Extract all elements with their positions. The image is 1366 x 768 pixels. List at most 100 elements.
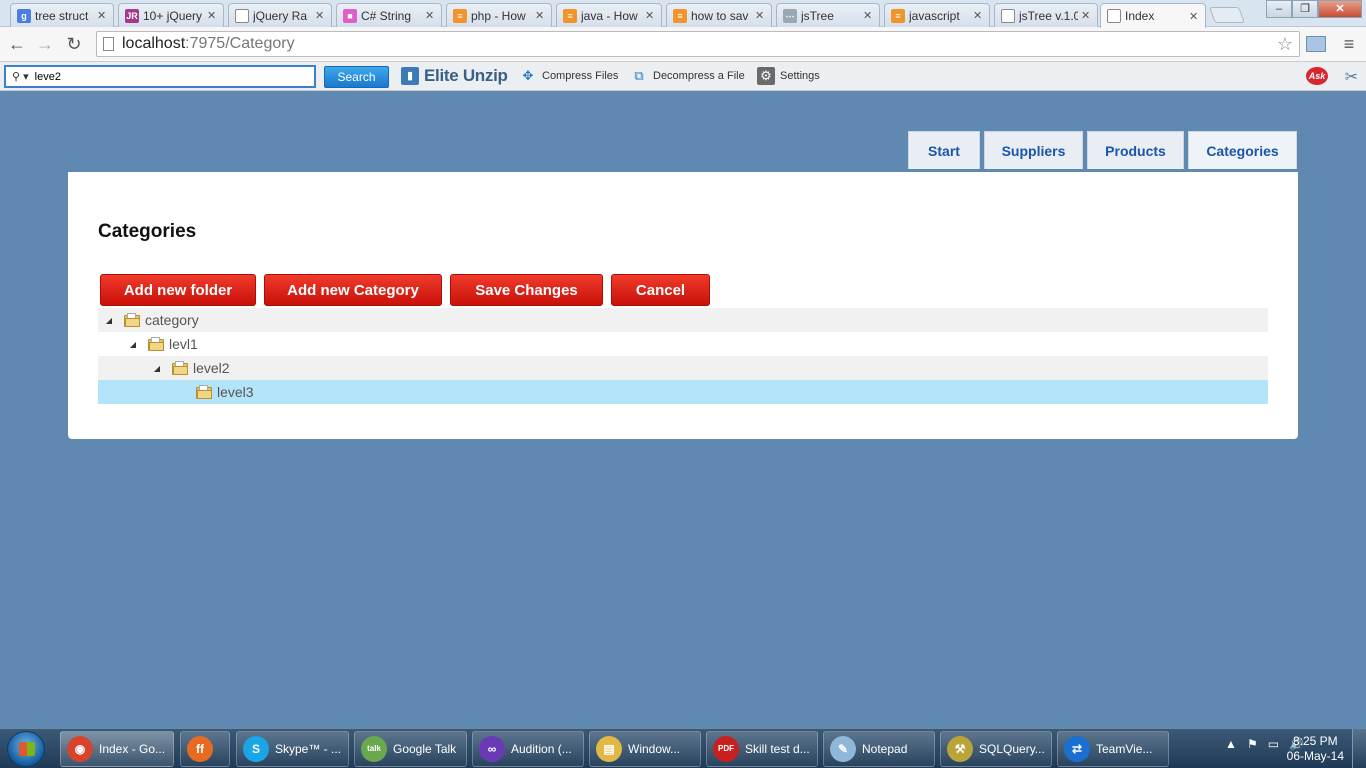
url-host: localhost (122, 35, 186, 52)
taskbar-button[interactable]: ⚒ SQLQuery... (940, 731, 1052, 767)
browser-tab[interactable]: ≡ javascript ✕ (884, 3, 990, 27)
expand-triangle-icon[interactable]: ◢ (128, 340, 138, 349)
clock-time: 8:25 PM (1292, 734, 1338, 748)
close-window-button[interactable]: ✕ (1318, 0, 1362, 18)
forward-arrow-icon[interactable]: → (34, 33, 56, 55)
decompress-file-label: Decompress a File (653, 70, 745, 82)
back-arrow-icon[interactable]: ← (6, 33, 28, 55)
close-tab-icon[interactable]: ✕ (425, 9, 435, 22)
folder-icon (148, 337, 164, 351)
browser-tab[interactable]: ⋯ jsTree ✕ (776, 3, 880, 27)
action-center-flag-icon[interactable]: ⚑ (1247, 737, 1258, 751)
browser-tab[interactable]: ≡ php - How ✕ (446, 3, 552, 27)
taskbar-label: Google Talk (393, 742, 457, 756)
taskbar-button[interactable]: ◉ Index - Go... (60, 731, 174, 767)
show-desktop-button[interactable] (1352, 729, 1366, 768)
close-tab-icon[interactable]: ✕ (863, 9, 873, 22)
browser-toolbar: ← → ↻ localhost:7975/Category ☆ ≡ (0, 27, 1366, 62)
ask-logo-icon[interactable]: Ask (1306, 67, 1328, 85)
tree-node[interactable]: level3 (98, 380, 1268, 404)
taskbar-button[interactable]: S Skype™ - ... (236, 731, 349, 767)
tab-title: 10+ jQuery (143, 8, 203, 23)
folder-icon (124, 313, 140, 327)
save-changes-button[interactable]: Save Changes (450, 274, 603, 306)
page-icon (1001, 8, 1015, 23)
close-tab-icon[interactable]: ✕ (973, 9, 983, 22)
google-icon: g (17, 8, 31, 23)
browser-tab[interactable]: Index ✕ (1100, 3, 1206, 28)
tab-title: jsTree (801, 8, 834, 23)
maximize-button[interactable]: ❐ (1292, 0, 1318, 18)
compress-files-item[interactable]: ✥ Compress Files (519, 67, 619, 85)
address-bar[interactable]: localhost:7975/Category ☆ (96, 31, 1300, 57)
url-path: :7975/Category (185, 35, 295, 52)
taskbar-label: Notepad (862, 742, 908, 756)
expand-triangle-icon[interactable]: ◢ (152, 364, 162, 373)
explorer-icon: ▤ (596, 736, 622, 762)
tab-title: javascript (909, 8, 960, 23)
chrome-icon: ◉ (67, 736, 93, 762)
close-tab-icon[interactable]: ✕ (207, 9, 217, 22)
browser-tab[interactable]: jQuery Ra ✕ (228, 3, 332, 27)
close-tab-icon[interactable]: ✕ (1189, 10, 1199, 23)
taskbar-button[interactable]: talk Google Talk (354, 731, 467, 767)
taskbar-button[interactable]: ff (180, 731, 230, 767)
expand-triangle-icon[interactable]: ◢ (104, 316, 114, 325)
windows-taskbar: ◉ Index - Go... ff S Skype™ - ... talk Google … (0, 728, 1366, 768)
close-tab-icon[interactable]: ✕ (1081, 9, 1091, 22)
taskbar-button[interactable]: ⇄ TeamVie... (1057, 731, 1169, 767)
tools-icon[interactable]: ✂ (1345, 67, 1358, 87)
stackoverflow-icon: ≡ (563, 8, 577, 23)
bookmark-star-icon[interactable]: ☆ (1277, 34, 1293, 55)
tree-node-label: level2 (193, 360, 230, 376)
close-tab-icon[interactable]: ✕ (535, 9, 545, 22)
tab-products[interactable]: Products (1087, 131, 1184, 169)
browser-tab[interactable]: ≡ how to sav ✕ (666, 3, 772, 27)
close-tab-icon[interactable]: ✕ (645, 9, 655, 22)
window-controls: – ❐ ✕ (1266, 0, 1362, 18)
minimize-button[interactable]: – (1266, 0, 1292, 18)
close-tab-icon[interactable]: ✕ (755, 9, 765, 22)
taskbar-button[interactable]: ▤ Window... (589, 731, 701, 767)
browser-tab[interactable]: JR 10+ jQuery ✕ (118, 3, 224, 27)
tab-title: php - How (471, 8, 526, 23)
browser-tab[interactable]: ≡ java - How ✕ (556, 3, 662, 27)
browser-tab[interactable]: jsTree v.1.0 ✕ (994, 3, 1098, 27)
tree-node[interactable]: ◢ category (98, 308, 1268, 332)
elite-unzip-brand[interactable]: ▮ Elite Unzip (401, 66, 508, 86)
close-tab-icon[interactable]: ✕ (315, 9, 325, 22)
add-new-category-button[interactable]: Add new Category (264, 274, 442, 306)
ask-search-button[interactable]: Search (324, 66, 389, 88)
ask-search-input[interactable] (34, 70, 295, 83)
start-button[interactable] (7, 731, 45, 767)
firefox-icon: ff (187, 736, 213, 762)
add-new-folder-button[interactable]: Add new folder (100, 274, 256, 306)
clock[interactable]: 8:25 PM 06-May-14 (1287, 734, 1344, 764)
search-magnifier-icon[interactable]: ⚲ ▾ (12, 70, 29, 83)
tree-node[interactable]: ◢ level2 (98, 356, 1268, 380)
close-tab-icon[interactable]: ✕ (97, 9, 107, 22)
reload-icon[interactable]: ↻ (63, 33, 85, 55)
browser-tab-strip: g tree struct ✕ JR 10+ jQuery ✕ jQuery Ra ✕ ■ C# … (0, 0, 1366, 28)
new-tab-button[interactable] (1209, 7, 1245, 23)
jr-icon: JR (125, 8, 139, 23)
tray-expand-icon[interactable]: ▲ (1225, 737, 1237, 751)
taskbar-button[interactable]: ∞ Audition (... (472, 731, 584, 767)
taskbar-button[interactable]: ✎ Notepad (823, 731, 935, 767)
teamviewer-icon: ⇄ (1064, 736, 1090, 762)
settings-item[interactable]: ⚙ Settings (757, 67, 820, 85)
extension-icon[interactable] (1306, 36, 1326, 52)
network-icon[interactable]: ▭ (1268, 737, 1279, 751)
taskbar-button[interactable]: PDF Skill test d... (706, 731, 818, 767)
tab-start[interactable]: Start (908, 131, 980, 169)
menu-icon[interactable]: ≡ (1338, 33, 1360, 55)
browser-tab[interactable]: g tree struct ✕ (10, 3, 114, 27)
tree-node[interactable]: ◢ levl1 (98, 332, 1268, 356)
decompress-file-item[interactable]: ⧉ Decompress a File (630, 67, 745, 85)
cancel-button[interactable]: Cancel (611, 274, 710, 306)
action-buttons: Add new folder Add new Category Save Cha… (100, 274, 718, 306)
page-icon (1107, 9, 1121, 23)
browser-tab[interactable]: ■ C# String ✕ (336, 3, 442, 27)
tab-categories[interactable]: Categories (1188, 131, 1297, 169)
tab-suppliers[interactable]: Suppliers (984, 131, 1083, 169)
